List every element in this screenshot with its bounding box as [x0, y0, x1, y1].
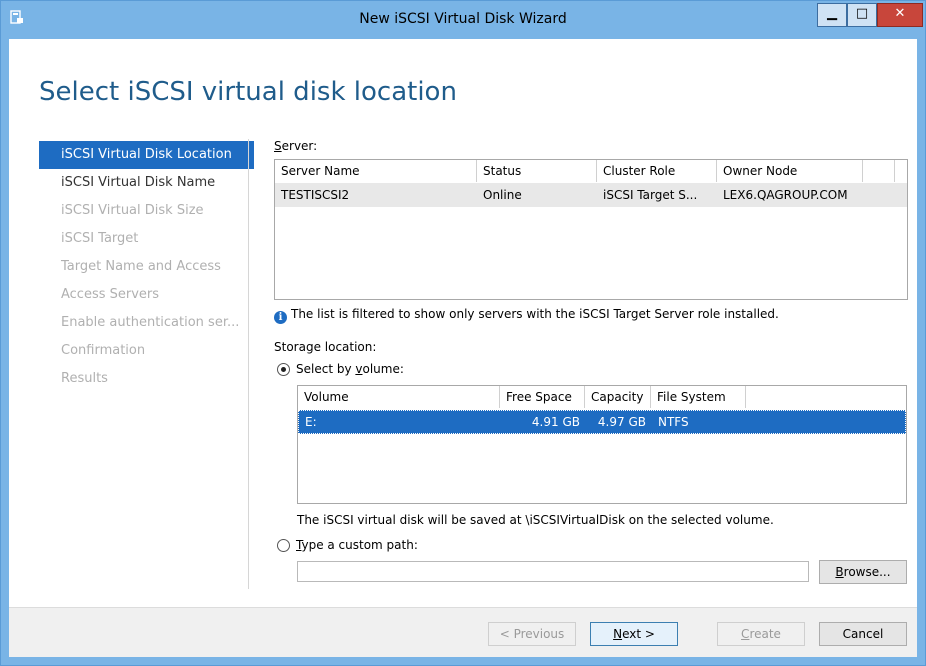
title-bar[interactable]: New iSCSI Virtual Disk Wizard ▁ □ ✕	[1, 1, 925, 39]
nav-step-iscsi-target: iSCSI Target	[61, 231, 139, 246]
table-row[interactable]: E: 4.91 GB 4.97 GB NTFS	[298, 410, 906, 434]
nav-step-target-name-access: Target Name and Access	[61, 259, 221, 274]
cell-capacity: 4.97 GB	[597, 415, 646, 429]
cell-free-space: 4.91 GB	[531, 415, 580, 429]
maximize-icon: □	[855, 6, 869, 21]
close-button[interactable]: ✕	[877, 3, 923, 27]
column-header-server-name[interactable]: Server Name	[275, 160, 477, 182]
column-header-file-system[interactable]: File System	[651, 386, 746, 408]
window-title: New iSCSI Virtual Disk Wizard	[359, 11, 567, 27]
nav-step-virtual-disk-name[interactable]: iSCSI Virtual Disk Name	[39, 169, 254, 197]
minimize-button[interactable]: ▁	[817, 3, 847, 27]
create-button[interactable]: Create	[717, 622, 805, 646]
nav-step-results: Results	[61, 371, 108, 386]
close-icon: ✕	[894, 6, 906, 21]
nav-divider	[248, 139, 249, 589]
cell-server-name: TESTISCSI2	[281, 188, 350, 202]
wizard-footer: < Previous Next > Create Cancel	[9, 607, 917, 657]
column-header-owner-node[interactable]: Owner Node	[717, 160, 863, 182]
volume-table[interactable]: Volume Free Space Capacity File System E…	[297, 385, 907, 504]
cell-status: Online	[483, 188, 522, 202]
save-location-note: The iSCSI virtual disk will be saved at …	[297, 513, 774, 527]
nav-step-virtual-disk-location[interactable]: iSCSI Virtual Disk Location	[39, 141, 254, 169]
cell-cluster-role: iSCSI Target S...	[603, 188, 698, 202]
server-filter-info: i The list is filtered to show only serve…	[274, 307, 779, 324]
minimize-icon: ▁	[827, 6, 837, 21]
next-button[interactable]: Next >	[590, 622, 678, 646]
maximize-button[interactable]: □	[847, 3, 877, 27]
info-icon: i	[274, 311, 287, 324]
browse-button[interactable]: Browse...	[819, 560, 907, 584]
column-header-status[interactable]: Status	[477, 160, 597, 182]
select-by-volume-radio[interactable]	[277, 363, 290, 376]
column-header-free-space[interactable]: Free Space	[500, 386, 585, 408]
cell-file-system: NTFS	[658, 415, 689, 429]
wizard-client-area: Select iSCSI virtual disk location iSCSI…	[9, 39, 917, 657]
select-by-volume-label[interactable]: Select by volume:	[296, 362, 404, 376]
wizard-step-nav: iSCSI Virtual Disk Location iSCSI Virtua…	[39, 141, 254, 393]
custom-path-input[interactable]	[297, 561, 809, 582]
column-header-capacity[interactable]: Capacity	[585, 386, 651, 408]
page-title: Select iSCSI virtual disk location	[39, 77, 457, 107]
column-header-volume[interactable]: Volume	[298, 386, 500, 408]
cell-volume: E:	[305, 415, 317, 429]
volume-table-header: Volume Free Space Capacity File System	[298, 386, 746, 408]
table-row[interactable]: TESTISCSI2 Online iSCSI Target S... LEX6…	[275, 183, 907, 207]
server-table[interactable]: Server Name Status Cluster Role Owner No…	[274, 159, 908, 300]
cancel-button[interactable]: Cancel	[819, 622, 907, 646]
storage-location-label: Storage location:	[274, 340, 377, 354]
server-table-header: Server Name Status Cluster Role Owner No…	[275, 160, 895, 182]
cell-owner-node: LEX6.QAGROUP.COM	[723, 188, 848, 202]
wizard-window: New iSCSI Virtual Disk Wizard ▁ □ ✕ Sele…	[0, 0, 926, 666]
column-header-spacer	[863, 160, 895, 182]
custom-path-label[interactable]: Type a custom path:	[296, 538, 418, 552]
nav-step-enable-authentication: Enable authentication ser...	[61, 315, 240, 330]
server-label: Server:	[274, 139, 318, 153]
nav-step-virtual-disk-size: iSCSI Virtual Disk Size	[61, 203, 204, 218]
nav-step-confirmation: Confirmation	[61, 343, 146, 358]
column-header-cluster-role[interactable]: Cluster Role	[597, 160, 717, 182]
nav-step-access-servers: Access Servers	[61, 287, 160, 302]
previous-button[interactable]: < Previous	[488, 622, 576, 646]
custom-path-radio[interactable]	[277, 539, 290, 552]
